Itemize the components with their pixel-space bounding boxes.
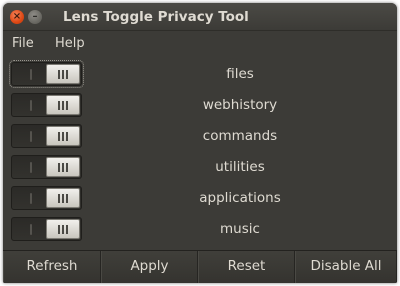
apply-button[interactable]: Apply [101,251,198,283]
grip-icon [58,194,68,203]
grip-icon [58,225,68,234]
close-window-button[interactable]: × [10,10,24,24]
lens-row-commands: commands [3,124,397,149]
menu-file[interactable]: File [12,36,34,51]
switch-knob[interactable] [46,95,80,115]
lens-row-applications: applications [3,186,397,211]
lens-row-music: music [3,217,397,242]
switch-off-mark [30,162,32,173]
lens-label: files [226,66,254,82]
grip-icon [58,101,68,110]
lens-list: files webhistory commands utilities appl… [3,56,397,250]
menu-help[interactable]: Help [55,36,85,51]
grip-icon [58,70,68,79]
minimize-window-button[interactable]: – [28,10,42,24]
applications-toggle-switch[interactable] [11,186,82,210]
close-icon: × [12,11,22,22]
switch-off-mark [30,224,32,235]
lens-label: commands [202,128,278,144]
lens-label: applications [199,190,281,206]
app-window: × – Lens Toggle Privacy Tool File Help f… [3,3,397,283]
lens-label: utilities [215,159,265,175]
switch-off-mark [30,131,32,142]
disable-all-button[interactable]: Disable All [295,251,397,283]
grip-icon [58,163,68,172]
switch-knob[interactable] [46,219,80,239]
files-toggle-switch[interactable] [9,60,84,88]
switch-knob[interactable] [46,64,80,84]
lens-label: music [220,221,260,237]
menu-bar: File Help [3,31,397,56]
switch-off-mark [30,193,32,204]
switch-knob[interactable] [46,126,80,146]
button-bar: Refresh Apply Reset Disable All [3,250,397,283]
switch-knob[interactable] [46,188,80,208]
switch-off-mark [30,100,32,111]
lens-row-files: files [3,60,397,88]
music-toggle-switch[interactable] [11,217,82,241]
switch-off-mark [30,69,32,80]
webhistory-toggle-switch[interactable] [11,93,82,117]
window-title: Lens Toggle Privacy Tool [63,9,249,25]
commands-toggle-switch[interactable] [11,124,82,148]
refresh-button[interactable]: Refresh [3,251,101,283]
lens-label: webhistory [202,97,278,113]
reset-button[interactable]: Reset [198,251,295,283]
switch-knob[interactable] [46,157,80,177]
lens-row-webhistory: webhistory [3,93,397,118]
minimize-icon: – [32,11,38,22]
title-bar[interactable]: × – Lens Toggle Privacy Tool [3,3,397,31]
grip-icon [58,132,68,141]
utilities-toggle-switch[interactable] [11,155,82,179]
lens-row-utilities: utilities [3,155,397,180]
